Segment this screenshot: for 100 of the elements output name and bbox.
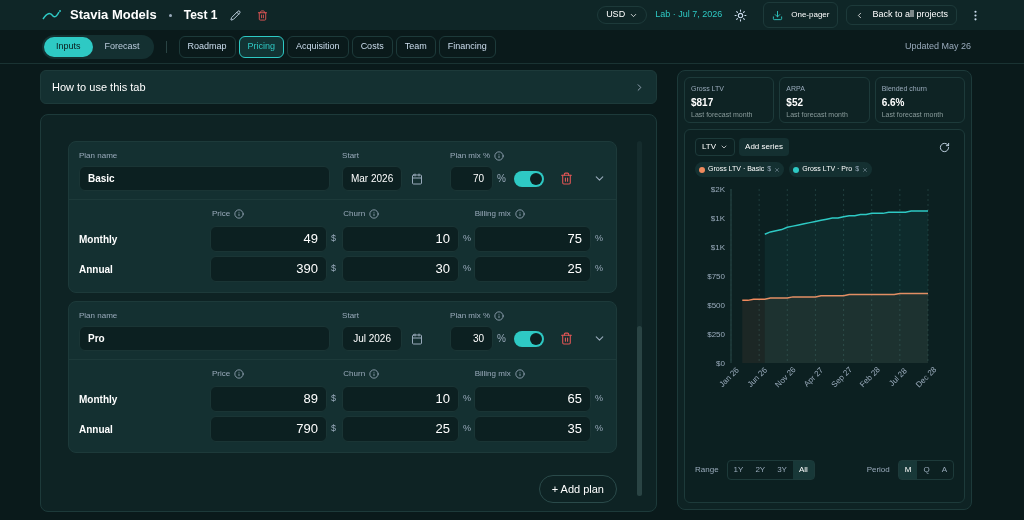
x-tick-label: Nov 26 — [773, 365, 798, 390]
project-name: Test 1 — [183, 7, 218, 24]
segment-label: Period — [866, 464, 890, 476]
close-icon[interactable] — [774, 166, 781, 173]
edit-icon[interactable] — [229, 9, 241, 21]
number-field[interactable]: 25 — [474, 256, 591, 282]
x-tick-label: Jul 28 — [887, 366, 909, 388]
scrollbar[interactable] — [637, 141, 642, 496]
section-tab[interactable]: Team — [395, 35, 436, 58]
column-header: Billing mix — [474, 208, 511, 220]
segment-option[interactable]: 2Y — [749, 461, 772, 479]
field-label: Plan name — [79, 310, 119, 322]
unit-label: % — [463, 262, 471, 276]
segment-option[interactable]: A — [935, 461, 953, 479]
info-icon[interactable] — [514, 209, 525, 219]
number-field[interactable]: 35 — [474, 416, 591, 442]
column-header: Churn — [343, 368, 366, 380]
x-tick-label: Dec 28 — [914, 365, 938, 390]
calendar-icon[interactable] — [411, 332, 424, 345]
number-field[interactable]: 30 — [342, 256, 459, 282]
x-tick-label: Jun 26 — [745, 365, 770, 389]
segment-option[interactable]: Q — [917, 461, 936, 479]
unit-label: % — [463, 422, 471, 436]
kpi-value: 6.6% — [881, 95, 906, 110]
column-header: Price — [212, 208, 231, 220]
delete-icon[interactable] — [560, 172, 573, 185]
unit-label: $ — [331, 232, 337, 246]
start-date-field[interactable]: Jul 2026 — [342, 326, 403, 351]
number-field[interactable]: 10 — [342, 386, 459, 412]
info-icon[interactable] — [494, 151, 505, 161]
reset-icon[interactable] — [939, 141, 950, 153]
calendar-icon[interactable] — [411, 172, 424, 185]
x-tick-label: Sep 27 — [829, 365, 854, 390]
number-field[interactable]: 49 — [210, 226, 327, 252]
unit-label: % — [595, 262, 603, 276]
column-header: Churn — [343, 208, 366, 220]
number-field[interactable]: 790 — [210, 416, 327, 442]
field-label: Start — [342, 150, 360, 162]
section-tab[interactable]: Roadmap — [178, 35, 236, 58]
kpi-value: $52 — [786, 95, 804, 110]
y-tick-label: $500 — [707, 301, 725, 310]
row-label: Monthly — [79, 232, 119, 247]
unit-label: % — [463, 232, 471, 246]
section-tab[interactable]: Costs — [351, 35, 393, 58]
segment-label: Range — [695, 464, 719, 476]
number-field[interactable]: 390 — [210, 256, 327, 282]
plan-name-field[interactable]: Pro — [79, 326, 331, 351]
column-header: Price — [212, 368, 231, 380]
start-date-field[interactable]: Mar 2026 — [342, 166, 403, 191]
number-field[interactable]: 89 — [210, 386, 327, 412]
y-tick-label: $250 — [707, 330, 725, 339]
unit-label: $ — [331, 392, 337, 406]
toggle-switch[interactable] — [514, 330, 544, 347]
view-tab[interactable]: Forecast — [92, 36, 152, 57]
row-label: Annual — [79, 262, 114, 277]
row-label: Annual — [79, 422, 114, 437]
info-icon[interactable] — [494, 311, 505, 321]
plan-mix-label: Plan mix % — [450, 310, 491, 322]
number-field[interactable]: 25 — [342, 416, 459, 442]
plan-mix-field[interactable]: 70 — [450, 166, 494, 191]
updated-text: Updated May 26 — [904, 39, 971, 53]
row-label: Monthly — [79, 392, 119, 407]
add-series-button[interactable]: Add series — [739, 138, 789, 156]
how-to-panel[interactable]: How to use this tab — [40, 70, 657, 104]
section-tab[interactable]: Acquisition — [287, 35, 349, 58]
info-icon[interactable] — [369, 369, 380, 379]
toggle-switch[interactable] — [514, 170, 544, 187]
metric-select[interactable]: LTV — [695, 138, 736, 156]
unit-label: % — [595, 232, 603, 246]
plan-mix-field[interactable]: 30 — [450, 326, 494, 351]
view-tab[interactable]: Inputs — [44, 36, 93, 57]
segment-option[interactable]: 3Y — [771, 461, 793, 479]
info-icon[interactable] — [234, 369, 245, 379]
lab-date: Lab · Jul 7, 2026 — [655, 8, 723, 22]
number-field[interactable]: 10 — [342, 226, 459, 252]
y-tick-label: $2K — [710, 185, 725, 194]
delete-icon[interactable] — [256, 9, 268, 21]
kpi-value: $817 — [691, 95, 715, 110]
settings-sun-icon[interactable] — [734, 8, 748, 22]
back-button[interactable]: Back to all projects — [846, 5, 957, 25]
info-icon[interactable] — [514, 369, 525, 379]
segment-option[interactable]: M — [898, 461, 918, 479]
section-tab[interactable]: Pricing — [238, 35, 285, 58]
number-field[interactable]: 65 — [474, 386, 591, 412]
segment-option[interactable]: All — [792, 461, 814, 479]
field-label: Start — [342, 310, 360, 322]
close-icon[interactable] — [862, 166, 869, 173]
y-tick-label: $0 — [716, 359, 725, 368]
delete-icon[interactable] — [560, 332, 573, 345]
info-icon[interactable] — [369, 209, 380, 219]
number-field[interactable]: 75 — [474, 226, 591, 252]
segment-option[interactable]: 1Y — [727, 461, 750, 479]
y-tick-label: $750 — [707, 272, 725, 281]
plan-name-field[interactable]: Basic — [79, 166, 331, 191]
x-tick-label: Apr 27 — [802, 365, 826, 389]
one-pager-button[interactable]: One-pager — [763, 2, 839, 28]
info-icon[interactable] — [234, 209, 245, 219]
section-tab[interactable]: Financing — [438, 35, 496, 58]
column-header: Billing mix — [474, 368, 511, 380]
plan-mix-label: Plan mix % — [450, 150, 491, 162]
